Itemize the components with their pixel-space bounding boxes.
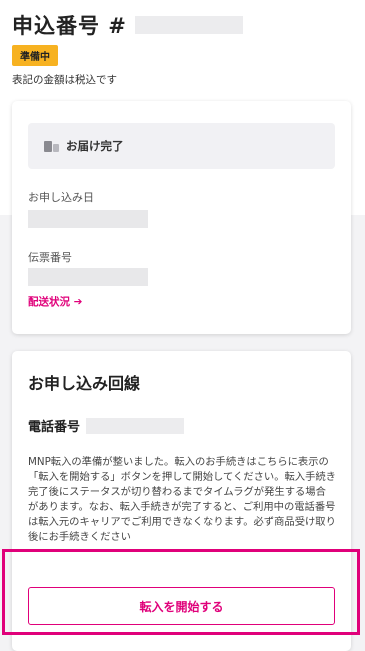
order-number-redacted [134,16,243,34]
page-title: 申込番号 # [12,14,127,38]
delivery-status-label: お届け完了 [66,139,124,153]
section-title: お申し込み回線 [28,374,141,393]
application-date-label: お申し込み日 [28,191,94,204]
tax-note: 表記の金額は税込です [12,74,117,86]
status-badge: 準備中 [12,45,58,66]
truck-icon [44,139,60,153]
order-header: 申込番号 # 準備中 表記の金額は税込です [12,10,353,86]
phone-number-redacted [86,417,185,434]
phone-row: 電話番号 [28,416,185,435]
mnp-note: MNP転入の準備が整いました。転入のお手続きはこちらに表示の「転入を開始する」ボ… [28,456,336,543]
tracking-status-link[interactable]: 配送状況 ➔ [28,294,82,309]
start-transfer-button[interactable]: 転入を開始する [28,587,335,625]
delivery-card: お届け完了 お申し込み日 伝票番号 配送状況 ➔ [12,101,351,334]
tracking-number-label: 伝票番号 [28,251,72,264]
application-date-redacted [28,210,148,228]
page-title-row: 申込番号 # [12,10,353,40]
tracking-number-redacted [28,268,148,286]
delivery-status-box: お届け完了 [28,123,335,169]
phone-label: 電話番号 [28,420,81,435]
